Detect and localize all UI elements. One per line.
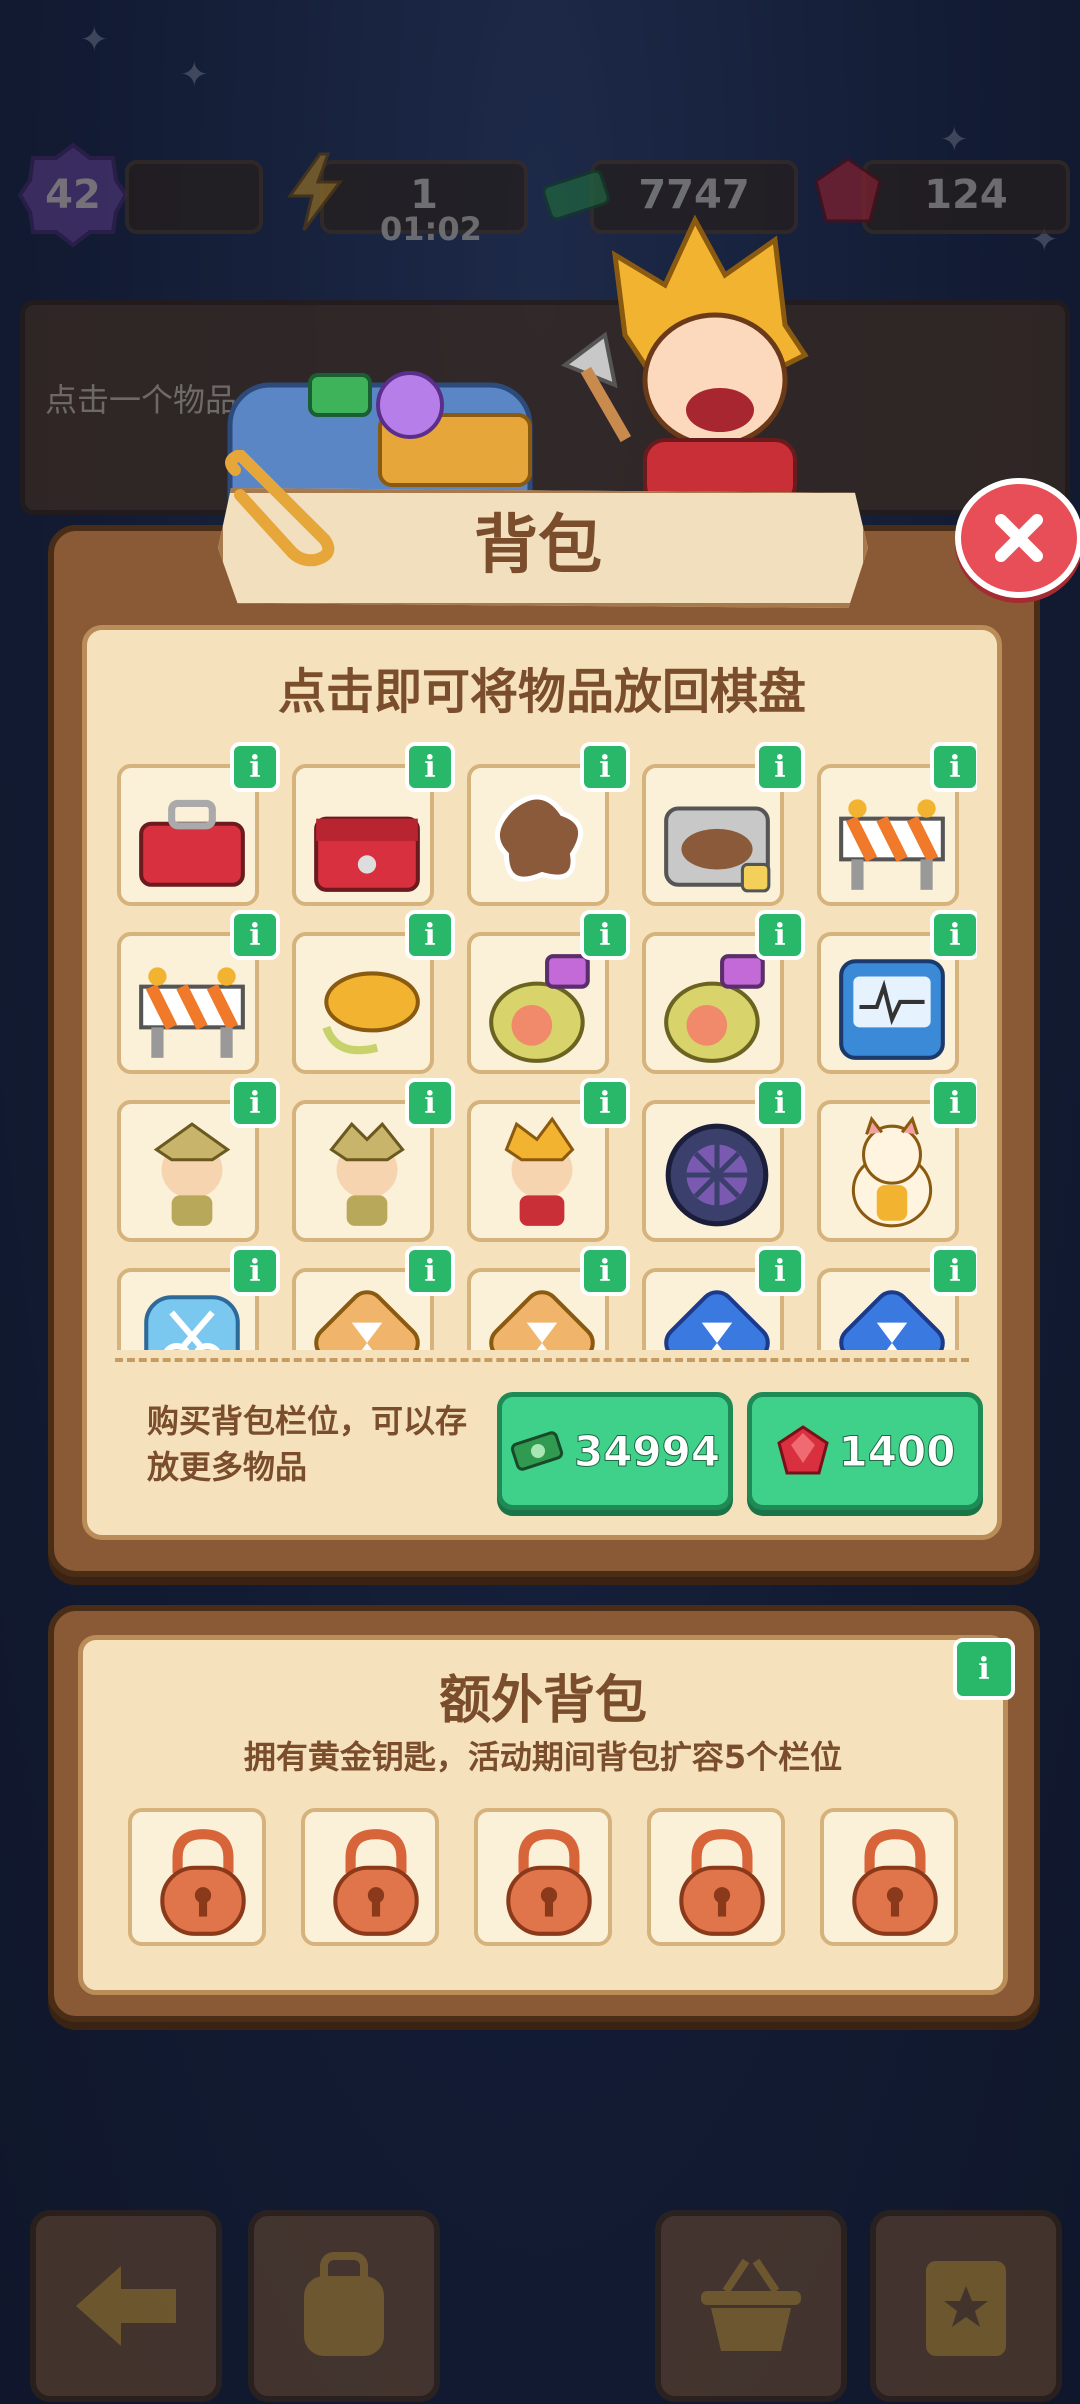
backpack-grid[interactable]: i i i i i i i i i i i i i i i i i i i i <box>117 740 977 1350</box>
dirty-sink-icon <box>664 806 771 893</box>
locked-slot[interactable] <box>474 1808 612 1946</box>
item-info-button[interactable]: i <box>230 742 280 792</box>
basket-icon <box>701 2258 801 2351</box>
locked-slot[interactable] <box>128 1808 266 1946</box>
spray-bag-icon <box>489 954 590 1063</box>
item-info-button[interactable]: i <box>230 910 280 960</box>
close-icon <box>995 514 1043 562</box>
info-icon: i <box>599 917 611 953</box>
item-info-button[interactable]: i <box>930 1078 977 1128</box>
paperclip-icon <box>225 450 335 567</box>
buy-with-gems-button[interactable]: 1400 <box>747 1392 983 1510</box>
road-barrier-icon <box>839 799 945 890</box>
info-icon: i <box>599 1253 611 1289</box>
padlock-icon <box>679 1829 765 1936</box>
info-icon: i <box>599 749 611 785</box>
info-icon: i <box>249 1085 261 1121</box>
locked-slot[interactable] <box>301 1808 439 1946</box>
info-icon: i <box>424 1085 436 1121</box>
clipboard-star-icon <box>926 2261 1006 2356</box>
info-icon: i <box>774 917 786 953</box>
item-info-button[interactable]: i <box>930 742 977 792</box>
coiled-rope-icon <box>322 971 420 1055</box>
back-button[interactable] <box>30 2210 222 2402</box>
info-icon: i <box>424 749 436 785</box>
lucky-cat-icon <box>851 1115 933 1228</box>
item-info-button[interactable]: i <box>580 910 630 960</box>
backpack-nav-button[interactable] <box>248 2210 440 2402</box>
info-icon: i <box>249 917 261 953</box>
item-info-button[interactable]: i <box>405 1246 455 1296</box>
item-info-button[interactable]: i <box>580 742 630 792</box>
buy-with-cash-button[interactable]: 34994 <box>497 1392 733 1510</box>
item-info-button[interactable]: i <box>405 742 455 792</box>
extra-backpack-title: 额外背包 <box>438 1671 647 1731</box>
info-icon: i <box>599 1085 611 1121</box>
item-info-button[interactable]: i <box>755 1078 805 1128</box>
info-icon: i <box>249 1253 261 1289</box>
ruby-gem-icon <box>776 1425 829 1475</box>
item-info-button[interactable]: i <box>930 1246 977 1296</box>
item-info-button[interactable]: i <box>230 1078 280 1128</box>
spray-bag-icon <box>664 954 765 1063</box>
extra-backpack-content: 额外背包 拥有黄金钥匙，活动期间背包扩容5个栏位 i <box>78 1635 1015 1995</box>
item-info-button[interactable]: i <box>405 1078 455 1128</box>
info-icon: i <box>424 917 436 953</box>
info-icon: i <box>949 917 961 953</box>
quest-board-button[interactable] <box>870 2210 1062 2402</box>
extra-backpack-description: 拥有黄金钥匙，活动期间背包扩容5个栏位 <box>243 1738 843 1776</box>
crown-kid-character-icon <box>560 215 809 505</box>
info-icon: i <box>949 749 961 785</box>
item-info-button[interactable]: i <box>755 1246 805 1296</box>
sprout-kid-icon <box>153 1122 231 1226</box>
cash-stack-icon <box>510 1431 564 1471</box>
padlock-icon <box>333 1829 419 1936</box>
item-info-button[interactable]: i <box>755 910 805 960</box>
buy-slots-text: 购买背包栏位，可以存放更多物品 <box>147 1402 468 1486</box>
info-icon: i <box>774 1253 786 1289</box>
gem-price: 1400 <box>838 1426 956 1476</box>
locked-slot[interactable] <box>647 1808 785 1946</box>
padlock-icon <box>852 1829 938 1936</box>
sprout-girl-icon <box>329 1121 405 1226</box>
close-button[interactable] <box>955 478 1080 598</box>
padlock-icon <box>506 1829 592 1936</box>
red-toolbox-icon <box>139 799 245 887</box>
padlock-icon <box>160 1829 246 1936</box>
item-info-button[interactable]: i <box>580 1078 630 1128</box>
info-icon: i <box>978 1651 990 1687</box>
back-arrow-icon <box>76 2266 176 2346</box>
item-info-button[interactable]: i <box>230 1246 280 1296</box>
heart-monitor-icon <box>839 959 945 1060</box>
dirt-stain-icon <box>494 794 584 882</box>
extra-info-button[interactable]: i <box>953 1638 1015 1700</box>
cash-price: 34994 <box>573 1426 721 1476</box>
info-icon: i <box>774 749 786 785</box>
info-icon: i <box>774 1085 786 1121</box>
info-icon: i <box>949 1253 961 1289</box>
backpack-icon <box>304 2252 384 2356</box>
crown-girl-icon <box>504 1116 575 1226</box>
road-barrier-icon <box>139 967 245 1058</box>
red-tool-chest-icon <box>314 816 420 892</box>
backpack-content: 点击即可将物品放回棋盘 i i i i i i i i i i i i i i i i i i i i 购买背包栏位，… <box>82 625 1002 1540</box>
item-info-button[interactable]: i <box>930 910 977 960</box>
item-info-button[interactable]: i <box>405 910 455 960</box>
info-icon: i <box>424 1253 436 1289</box>
item-info-button[interactable]: i <box>755 742 805 792</box>
wheel-icon <box>665 1123 769 1227</box>
item-info-button[interactable]: i <box>580 1246 630 1296</box>
dashed-divider <box>115 1358 969 1362</box>
info-icon: i <box>249 749 261 785</box>
info-icon: i <box>949 1085 961 1121</box>
basket-button[interactable] <box>655 2210 847 2402</box>
backpack-subtitle: 点击即可将物品放回棋盘 <box>277 664 806 720</box>
locked-slot[interactable] <box>820 1808 958 1946</box>
